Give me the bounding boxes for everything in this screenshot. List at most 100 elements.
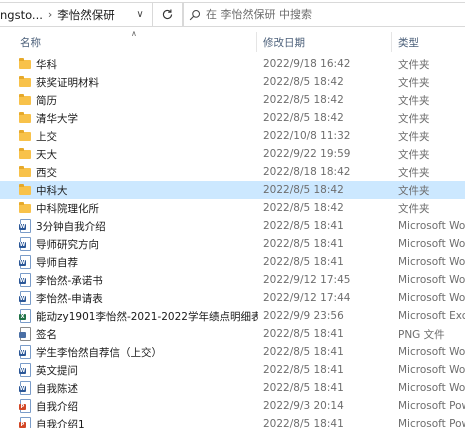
chevron-down-icon[interactable]: ∨ xyxy=(128,3,152,26)
file-row[interactable]: W 英文提问 2022/8/5 18:41 Microsoft Word xyxy=(0,361,465,379)
word-document-icon: W xyxy=(19,363,31,377)
file-row[interactable]: 华科 2022/9/18 16:42 文件夹 xyxy=(0,55,465,73)
file-name: 天大 xyxy=(36,148,57,161)
file-name: 李怡然-申请表 xyxy=(36,292,103,305)
file-row[interactable]: 签名 2022/8/5 18:41 PNG 文件 xyxy=(0,325,465,343)
refresh-button[interactable] xyxy=(153,2,183,27)
file-type: Microsoft PowerPoint xyxy=(398,418,465,428)
file-row[interactable]: W 学生李怡然自荐信（上交） 2022/8/5 18:41 Microsoft Wor… xyxy=(0,343,465,361)
file-type: Microsoft Word xyxy=(398,292,465,304)
file-type: 文件夹 xyxy=(398,166,430,179)
file-date-modified: 2022/9/3 20:14 xyxy=(263,400,344,412)
file-name: 签名 xyxy=(36,328,57,341)
file-name: 中科大 xyxy=(36,184,68,197)
file-date-modified: 2022/9/22 19:59 xyxy=(263,148,351,160)
folder-icon xyxy=(19,93,31,107)
file-date-modified: 2022/9/12 17:44 xyxy=(263,292,351,304)
file-name: 李怡然-承诺书 xyxy=(36,274,103,287)
file-type: Microsoft Word xyxy=(398,220,465,232)
file-name: 自我介绍1 xyxy=(36,418,85,428)
file-type: Microsoft Excel xyxy=(398,310,465,322)
address-bar[interactable]: ngsto... › 李怡然保研 ∨ xyxy=(0,2,153,27)
file-type: Microsoft Word xyxy=(398,382,465,394)
column-type[interactable]: 类型 xyxy=(398,30,465,54)
file-row[interactable]: W 李怡然-承诺书 2022/9/12 17:45 Microsoft Word xyxy=(0,271,465,289)
file-date-modified: 2022/8/5 18:41 xyxy=(263,238,344,250)
file-row[interactable]: W 3分钟自我介绍 2022/8/5 18:41 Microsoft Word xyxy=(0,217,465,235)
file-date-modified: 2022/8/5 18:41 xyxy=(263,220,344,232)
file-type: Microsoft Word xyxy=(398,274,465,286)
file-row[interactable]: 中科院理化所 2022/8/5 18:42 文件夹 xyxy=(0,199,465,217)
file-type: 文件夹 xyxy=(398,76,430,89)
file-date-modified: 2022/8/5 18:41 xyxy=(263,256,344,268)
file-row[interactable]: 中科大 2022/8/5 18:42 文件夹 xyxy=(0,181,465,199)
file-name: 导师研究方向 xyxy=(36,238,99,251)
file-row[interactable]: 天大 2022/9/22 19:59 文件夹 xyxy=(0,145,465,163)
file-name: 简历 xyxy=(36,94,57,107)
file-row[interactable]: W 自我陈述 2022/8/5 18:41 Microsoft Word xyxy=(0,379,465,397)
folder-icon xyxy=(19,111,31,125)
powerpoint-document-icon: P xyxy=(19,399,31,413)
file-row[interactable]: W 导师研究方向 2022/8/5 18:41 Microsoft Word xyxy=(0,235,465,253)
file-type: 文件夹 xyxy=(398,112,430,125)
file-date-modified: 2022/8/5 18:41 xyxy=(263,364,344,376)
file-name: 西交 xyxy=(36,166,57,179)
word-document-icon: W xyxy=(19,237,31,251)
file-name: 3分钟自我介绍 xyxy=(36,220,106,233)
file-type: Microsoft Word xyxy=(398,256,465,268)
column-divider[interactable] xyxy=(256,32,257,52)
file-type: Microsoft Word xyxy=(398,346,465,358)
folder-icon xyxy=(19,57,31,71)
file-row[interactable]: 西交 2022/8/18 18:42 文件夹 xyxy=(0,163,465,181)
file-row[interactable]: X 能动zy1901李怡然-2021-2022学年绩点明细表 2022/9/9 23… xyxy=(0,307,465,325)
search-icon xyxy=(184,9,206,21)
file-date-modified: 2022/9/12 17:45 xyxy=(263,274,351,286)
file-name: 英文提问 xyxy=(36,364,78,377)
file-name: 中科院理化所 xyxy=(36,202,99,215)
folder-icon xyxy=(19,183,31,197)
breadcrumb-current[interactable]: 李怡然保研 xyxy=(57,7,115,23)
file-date-modified: 2022/9/9 23:56 xyxy=(263,310,344,322)
file-row[interactable]: 简历 2022/8/5 18:42 文件夹 xyxy=(0,91,465,109)
file-row[interactable]: P 自我介绍1 2022/8/5 18:41 Microsoft PowerPoint xyxy=(0,415,465,428)
navigation-bar: ngsto... › 李怡然保研 ∨ xyxy=(0,0,465,30)
file-row[interactable]: P 自我介绍 2022/9/3 20:14 Microsoft PowerPoint xyxy=(0,397,465,415)
word-document-icon: W xyxy=(19,291,31,305)
column-date-modified[interactable]: 修改日期 xyxy=(263,30,391,54)
file-type: 文件夹 xyxy=(398,184,430,197)
excel-document-icon: X xyxy=(19,309,31,323)
folder-icon xyxy=(19,201,31,215)
file-type: 文件夹 xyxy=(398,148,430,161)
column-header: ∧ 名称 修改日期 类型 xyxy=(0,29,465,54)
file-name: 自我介绍 xyxy=(36,400,78,413)
file-name: 上交 xyxy=(36,130,57,143)
file-name: 学生李怡然自荐信（上交） xyxy=(36,346,162,359)
refresh-icon xyxy=(162,9,173,20)
file-row[interactable]: W 导师自荐 2022/8/5 18:41 Microsoft Word xyxy=(0,253,465,271)
file-date-modified: 2022/9/18 16:42 xyxy=(263,58,351,70)
file-date-modified: 2022/8/5 18:41 xyxy=(263,418,344,428)
file-type: Microsoft Word xyxy=(398,238,465,250)
word-document-icon: W xyxy=(19,219,31,233)
breadcrumb-parent[interactable]: ngsto... xyxy=(0,8,43,22)
word-document-icon: W xyxy=(19,381,31,395)
search-box[interactable] xyxy=(183,2,465,27)
column-name[interactable]: 名称 xyxy=(20,30,256,54)
file-date-modified: 2022/8/5 18:41 xyxy=(263,346,344,358)
file-type: 文件夹 xyxy=(398,202,430,215)
breadcrumb-separator-icon[interactable]: › xyxy=(48,8,52,21)
file-name: 获奖证明材料 xyxy=(36,76,99,89)
file-name: 导师自荐 xyxy=(36,256,78,269)
file-name: 自我陈述 xyxy=(36,382,78,395)
file-name: 能动zy1901李怡然-2021-2022学年绩点明细表 xyxy=(36,310,258,323)
file-date-modified: 2022/10/8 11:32 xyxy=(263,130,351,142)
file-row[interactable]: 上交 2022/10/8 11:32 文件夹 xyxy=(0,127,465,145)
file-date-modified: 2022/8/5 18:42 xyxy=(263,94,344,106)
file-date-modified: 2022/8/5 18:41 xyxy=(263,382,344,394)
file-row[interactable]: 清华大学 2022/8/5 18:42 文件夹 xyxy=(0,109,465,127)
search-input[interactable] xyxy=(206,8,456,21)
file-row[interactable]: W 李怡然-申请表 2022/9/12 17:44 Microsoft Word xyxy=(0,289,465,307)
file-row[interactable]: 获奖证明材料 2022/8/5 18:42 文件夹 xyxy=(0,73,465,91)
column-divider[interactable] xyxy=(391,32,392,52)
file-name: 清华大学 xyxy=(36,112,78,125)
